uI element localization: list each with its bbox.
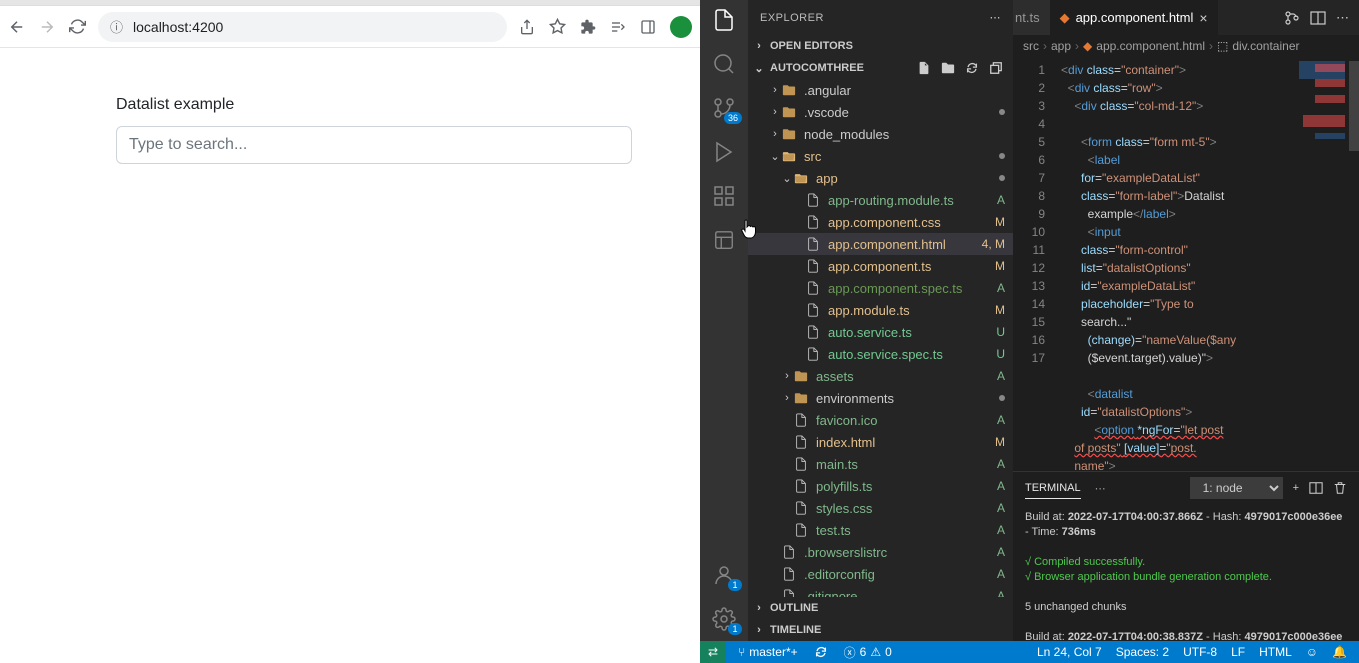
timeline-section[interactable]: ›TIMELINE: [748, 619, 1013, 641]
file-row[interactable]: main.tsA: [748, 453, 1013, 475]
code-editor[interactable]: 1234567891011121314151617 <div class="co…: [1013, 57, 1359, 471]
folder-row[interactable]: ›.angular: [748, 79, 1013, 101]
file-row[interactable]: app.module.tsM: [748, 299, 1013, 321]
browser-window: ⓘ localhost:4200 Datalist example: [0, 0, 700, 663]
file-row[interactable]: app.component.cssM: [748, 211, 1013, 233]
settings-gear-icon[interactable]: 1: [712, 607, 736, 631]
site-info-icon[interactable]: ⓘ: [110, 17, 123, 36]
html-file-icon: ◆: [1060, 10, 1070, 26]
folder-row[interactable]: ⌄app: [748, 167, 1013, 189]
forward-button[interactable]: [38, 18, 56, 36]
terminal-select[interactable]: 1: node: [1190, 477, 1283, 499]
editor-tab-inactive[interactable]: nt.ts: [1013, 0, 1050, 35]
eol[interactable]: LF: [1227, 645, 1249, 659]
file-row[interactable]: app.component.spec.tsA: [748, 277, 1013, 299]
run-debug-icon[interactable]: [712, 140, 736, 164]
folder-row[interactable]: ›assetsA: [748, 365, 1013, 387]
explorer-title: EXPLORER: [760, 12, 824, 24]
sync-indicator[interactable]: [810, 645, 832, 659]
file-row[interactable]: styles.cssA: [748, 497, 1013, 519]
project-section[interactable]: ⌄AUTOCOMTHREE: [748, 57, 1013, 79]
activity-bar: 36 1 1: [700, 0, 748, 641]
new-folder-icon[interactable]: [941, 61, 955, 75]
open-editors-section[interactable]: ›OPEN EDITORS: [748, 35, 1013, 57]
vscode-window: 36 1 1 EXPLORER ⋯ ›OPEN EDITORS ⌄AUTOCOM…: [700, 0, 1359, 663]
source-control-icon[interactable]: 36: [712, 96, 736, 120]
compare-changes-icon[interactable]: [1284, 10, 1300, 26]
scm-badge: 36: [724, 112, 742, 124]
file-row[interactable]: .editorconfigA: [748, 563, 1013, 585]
datalist-search-input[interactable]: [116, 126, 632, 164]
feedback-icon[interactable]: ☺: [1302, 645, 1322, 659]
collapse-all-icon[interactable]: [989, 61, 1003, 75]
folder-row[interactable]: ›environments: [748, 387, 1013, 409]
page-content: Datalist example: [0, 48, 700, 663]
status-bar: ⇄ ⑂ master*+ ⓧ 6 ⚠ 0 Ln 24, Col 7 Spaces…: [700, 641, 1359, 663]
search-icon[interactable]: [712, 52, 736, 76]
close-tab-icon[interactable]: ×: [1199, 10, 1207, 26]
back-button[interactable]: [8, 18, 26, 36]
editor-tab-active[interactable]: ◆ app.component.html ×: [1050, 0, 1218, 35]
kill-terminal-icon[interactable]: [1333, 481, 1347, 495]
language-mode[interactable]: HTML: [1255, 645, 1296, 659]
file-row[interactable]: test.tsA: [748, 519, 1013, 541]
refresh-icon[interactable]: [965, 61, 979, 75]
folder-row[interactable]: ›node_modules: [748, 123, 1013, 145]
browser-toolbar: ⓘ localhost:4200: [0, 6, 700, 48]
editor-area: nt.ts ◆ app.component.html × ⋯ src› app›…: [1013, 0, 1359, 641]
panel-more-icon[interactable]: ⋯: [1095, 478, 1106, 499]
page-heading: Datalist example: [116, 96, 584, 114]
share-icon[interactable]: [519, 19, 535, 35]
editor-tabs: nt.ts ◆ app.component.html × ⋯: [1013, 0, 1359, 35]
file-row[interactable]: app.component.tsM: [748, 255, 1013, 277]
file-row[interactable]: .browserslistrcA: [748, 541, 1013, 563]
explorer-more-icon[interactable]: ⋯: [990, 11, 1002, 24]
file-row[interactable]: app.component.html4, M: [748, 233, 1013, 255]
file-row[interactable]: app-routing.module.tsA: [748, 189, 1013, 211]
editor-scrollbar[interactable]: [1345, 57, 1359, 471]
reading-list-icon[interactable]: [610, 19, 626, 35]
profile-avatar[interactable]: [670, 16, 692, 38]
file-row[interactable]: auto.service.tsU: [748, 321, 1013, 343]
split-terminal-icon[interactable]: [1309, 481, 1323, 495]
encoding[interactable]: UTF-8: [1179, 645, 1221, 659]
indentation[interactable]: Spaces: 2: [1112, 645, 1173, 659]
breadcrumb[interactable]: src› app› ◆app.component.html› ⬚ div.con…: [1013, 35, 1359, 57]
file-row[interactable]: polyfills.tsA: [748, 475, 1013, 497]
address-bar[interactable]: ⓘ localhost:4200: [98, 12, 507, 42]
minimap[interactable]: [1295, 61, 1345, 281]
cursor-position[interactable]: Ln 24, Col 7: [1033, 645, 1106, 659]
explorer-sidebar: EXPLORER ⋯ ›OPEN EDITORS ⌄AUTOCOMTHREE ›…: [748, 0, 1013, 641]
layout-panel-icon[interactable]: [712, 228, 736, 252]
explorer-icon[interactable]: [712, 8, 736, 32]
side-panel-icon[interactable]: [640, 19, 656, 35]
terminal-tab[interactable]: TERMINAL: [1025, 478, 1081, 499]
editor-more-icon[interactable]: ⋯: [1336, 10, 1349, 26]
new-file-icon[interactable]: [917, 61, 931, 75]
file-row[interactable]: auto.service.spec.tsU: [748, 343, 1013, 365]
reload-button[interactable]: [68, 18, 86, 36]
extensions-icon[interactable]: [580, 19, 596, 35]
remote-indicator[interactable]: ⇄: [700, 641, 726, 663]
file-row[interactable]: favicon.icoA: [748, 409, 1013, 431]
split-editor-icon[interactable]: [1310, 10, 1326, 26]
accounts-badge: 1: [728, 579, 742, 591]
settings-badge: 1: [728, 623, 742, 635]
accounts-icon[interactable]: 1: [712, 563, 736, 587]
notifications-icon[interactable]: 🔔: [1328, 645, 1351, 659]
problems-indicator[interactable]: ⓧ 6 ⚠ 0: [840, 644, 896, 661]
folder-row[interactable]: ⌄src: [748, 145, 1013, 167]
terminal-output[interactable]: Build at: 2022-07-17T04:00:37.866Z - Has…: [1013, 504, 1359, 641]
bottom-panel: TERMINAL ⋯ 1: node + Build at: 2022-07-1…: [1013, 471, 1359, 641]
bookmark-icon[interactable]: [549, 18, 566, 35]
file-tree: ›.angular›.vscode›node_modules⌄src⌄appap…: [748, 79, 1013, 597]
url-text: localhost:4200: [133, 19, 223, 35]
file-row[interactable]: index.htmlM: [748, 431, 1013, 453]
new-terminal-icon[interactable]: +: [1293, 482, 1299, 494]
outline-section[interactable]: ›OUTLINE: [748, 597, 1013, 619]
extensions-activity-icon[interactable]: [712, 184, 736, 208]
file-row[interactable]: .gitignoreA: [748, 585, 1013, 597]
branch-indicator[interactable]: ⑂ master*+: [734, 645, 802, 659]
folder-row[interactable]: ›.vscode: [748, 101, 1013, 123]
